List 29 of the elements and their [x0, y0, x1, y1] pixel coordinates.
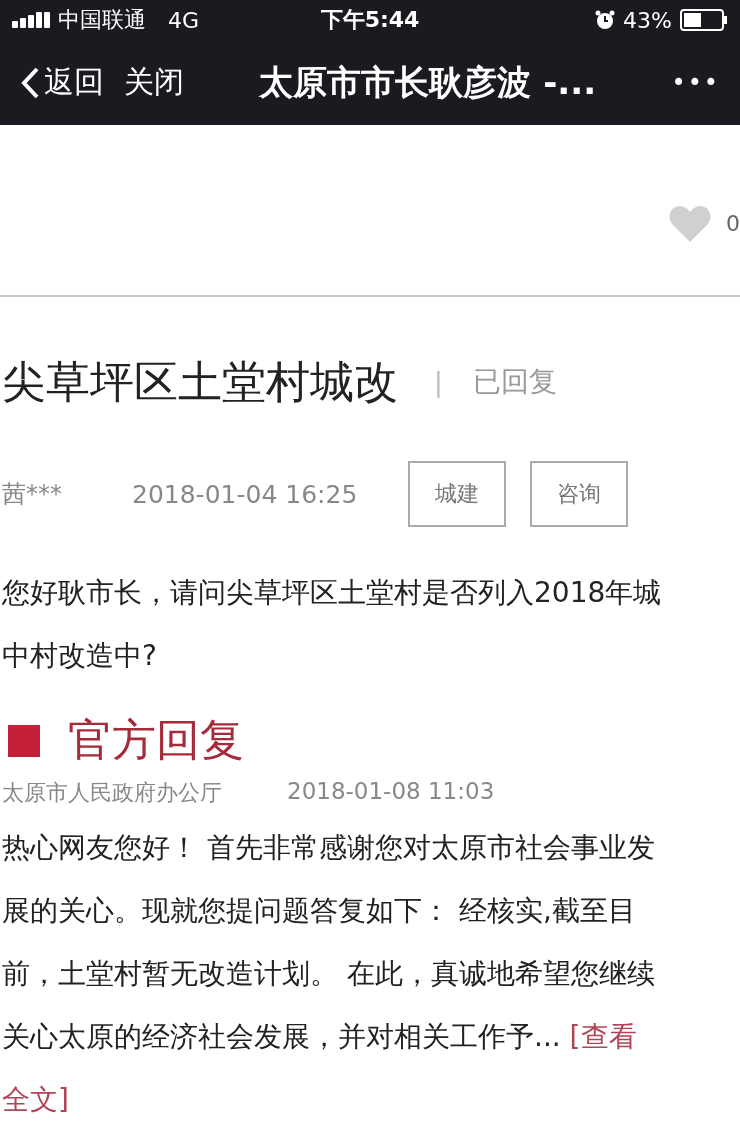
reply-status: 已回复 [472, 364, 557, 400]
post-date: 2018-01-04 16:25 [132, 479, 359, 509]
category-tag[interactable]: 咨询 [530, 461, 628, 527]
clock-time: 下午5:44 [320, 6, 420, 34]
reply-heading: 官方回复 [68, 713, 244, 767]
like-count: 0 [726, 210, 740, 236]
read-more-link[interactable]: [查看 [569, 1020, 637, 1053]
page-title: 太原市市长耿彦波 -... [257, 60, 598, 104]
chevron-icon [20, 65, 40, 100]
battery-percent: 43% [623, 7, 672, 33]
author-name: 茜*** [2, 479, 63, 510]
network-type: 4G [168, 7, 200, 33]
back-button[interactable]: 返回 [20, 62, 104, 103]
close-button[interactable]: 关闭 [124, 62, 184, 103]
reply-text: 热心网友您好！ 首先非常感谢您对太原市社会事业发 展的关心。现就您提问题答复如下： 经核实,截至目 前，土堂村暂无改造计划。 在此，真诚地希望您继续 关心太原的经济社会发展，并对相关工作予... [查看 全文] [2, 830, 656, 1118]
square-icon [8, 724, 40, 757]
department-name: 太原市人民政府办公厅 [2, 779, 223, 807]
question-text: 您好耿市长，请问尖草坪区土堂村是否列入2018年城 中村改造中? [2, 575, 663, 674]
more-button[interactable]: ••• [671, 68, 720, 97]
alarm-icon [595, 10, 616, 30]
post-title: 尖草坪区土堂村城改 [2, 354, 398, 409]
signal-icon [12, 12, 50, 28]
category-tag[interactable]: 城建 [408, 461, 506, 527]
reply-date: 2018-01-08 11:03 [287, 778, 495, 806]
read-more-link[interactable]: 全文] [2, 1083, 69, 1116]
heart-icon[interactable] [668, 203, 712, 243]
carrier-name: 中国联通 [58, 6, 146, 34]
battery-icon [680, 9, 728, 31]
separator: | [434, 367, 443, 397]
